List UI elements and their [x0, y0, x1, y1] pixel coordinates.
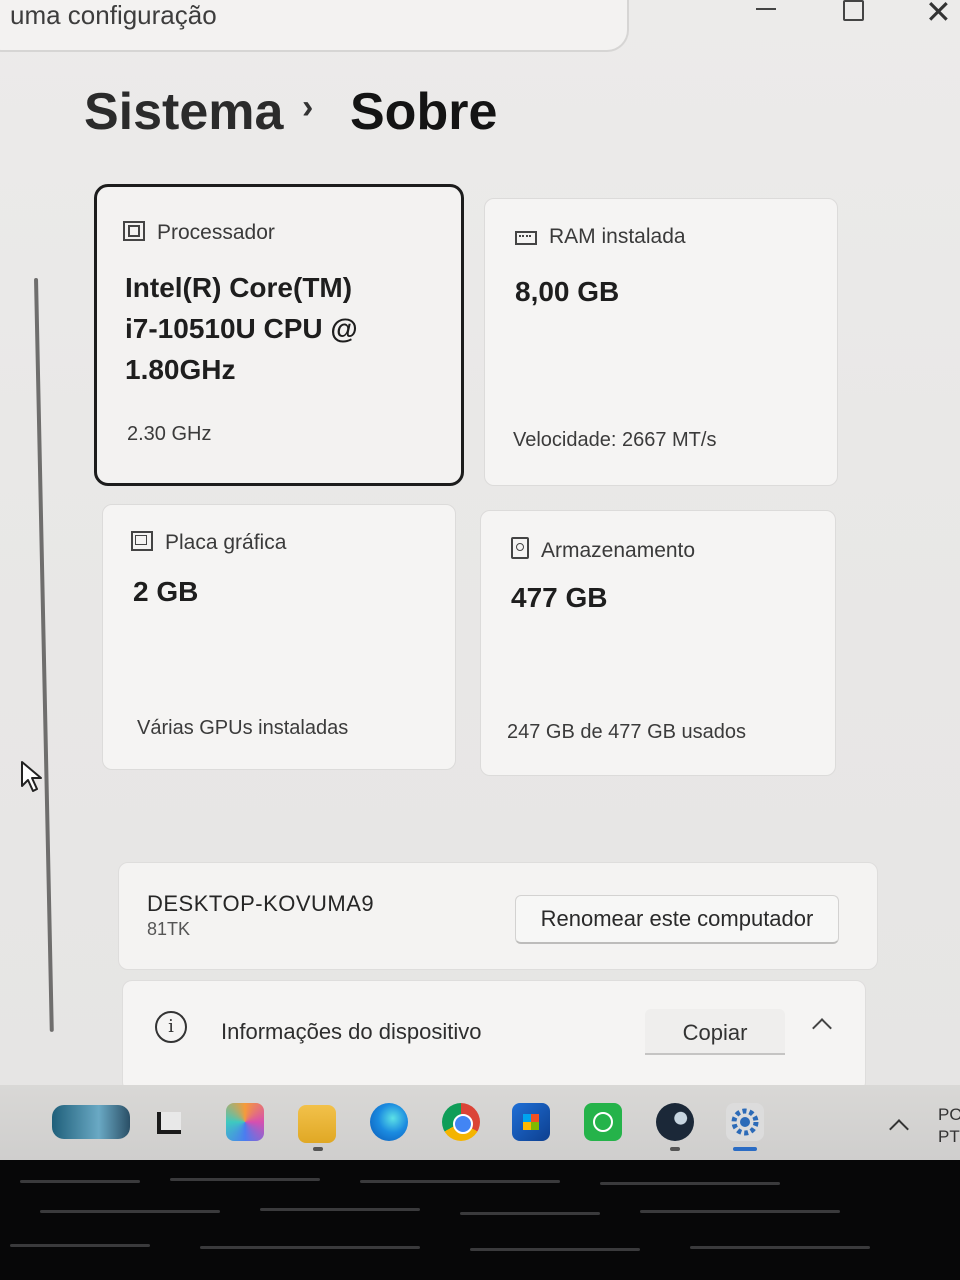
edge-icon[interactable]	[370, 1103, 408, 1141]
device-info-label: Informações do dispositivo	[221, 1019, 482, 1044]
key-edge	[10, 1244, 150, 1247]
gpu-icon	[131, 531, 153, 551]
processor-value-line: Intel(R) Core(TM)	[125, 272, 353, 303]
processor-value-line: i7-10510U CPU @	[125, 313, 358, 344]
cpu-icon	[123, 221, 145, 241]
key-edge	[470, 1248, 640, 1251]
storage-header: Armazenamento	[511, 537, 695, 563]
settings-window: uma configuração ✕ Sistema › Sobre Proce…	[0, 0, 960, 1085]
gpu-title: Placa gráfica	[165, 531, 287, 554]
file-explorer-running-indicator	[313, 1147, 323, 1151]
navigation-scrollbar[interactable]	[34, 277, 54, 1032]
settings-search-box[interactable]: uma configuração	[0, 0, 629, 52]
chrome-center	[453, 1114, 473, 1134]
copilot-icon[interactable]	[226, 1103, 264, 1141]
microsoft-store-icon[interactable]	[512, 1103, 550, 1141]
settings-active-indicator	[733, 1147, 757, 1151]
key-edge	[360, 1180, 560, 1183]
ram-header: RAM instalada	[515, 225, 686, 249]
storage-usage: 247 GB de 477 GB usados	[507, 721, 747, 743]
storage-title: Armazenamento	[541, 539, 696, 562]
key-edge	[40, 1210, 220, 1213]
ram-value: 8,00 GB	[515, 276, 620, 307]
gpu-header: Placa gráfica	[131, 531, 286, 555]
key-edge	[460, 1212, 600, 1215]
key-edge	[640, 1210, 840, 1213]
search-text[interactable]: uma configuração	[10, 0, 217, 31]
rename-pc-button[interactable]: Renomear este computador	[515, 895, 839, 944]
key-edge	[600, 1182, 780, 1185]
key-edge	[170, 1178, 320, 1181]
processor-value-line: 1.80GHz	[125, 354, 236, 385]
processor-header: Processador	[123, 221, 275, 245]
storage-card[interactable]: Armazenamento 477 GB 247 GB de 477 GB us…	[480, 510, 836, 776]
device-info-panel[interactable]: i Informações do dispositivo Copiar	[122, 980, 866, 1085]
processor-value: Intel(R) Core(TM) i7-10510U CPU @ 1.80GH…	[125, 267, 358, 390]
gpu-note: Várias GPUs instaladas	[137, 717, 349, 739]
maximize-button[interactable]	[843, 0, 864, 21]
chevron-up-icon[interactable]	[812, 1018, 832, 1038]
ram-title: RAM instalada	[549, 225, 686, 248]
key-edge	[260, 1208, 420, 1211]
storage-icon	[511, 537, 529, 559]
key-edge	[20, 1180, 140, 1183]
device-model: 81TK	[147, 919, 191, 939]
laptop-keyboard-area	[0, 1160, 960, 1280]
taskbar	[0, 1085, 960, 1160]
breadcrumb-parent[interactable]: Sistema	[84, 82, 283, 142]
copy-button[interactable]: Copiar	[645, 1009, 785, 1055]
processor-card[interactable]: Processador Intel(R) Core(TM) i7-10510U …	[94, 184, 464, 486]
language-indicator[interactable]: PO PT	[938, 1104, 960, 1148]
task-view-icon[interactable]	[154, 1109, 186, 1139]
whatsapp-icon[interactable]	[584, 1103, 622, 1141]
language-line: PT	[938, 1127, 960, 1146]
device-name: DESKTOP-KOVUMA9	[147, 891, 375, 916]
ram-speed: Velocidade: 2667 MT/s	[513, 429, 717, 451]
page-title: Sobre	[350, 83, 498, 141]
key-edge	[690, 1246, 870, 1249]
store-logo	[523, 1114, 539, 1130]
chrome-icon[interactable]	[442, 1103, 480, 1141]
language-line: PO	[938, 1105, 960, 1124]
gpu-value: 2 GB	[133, 576, 199, 607]
processor-title: Processador	[157, 221, 275, 244]
memory-icon	[515, 231, 537, 245]
steam-icon[interactable]	[656, 1103, 694, 1141]
widgets-icon[interactable]	[52, 1105, 130, 1139]
whatsapp-glyph	[593, 1112, 613, 1132]
info-icon: i	[155, 1011, 187, 1043]
gpu-card[interactable]: Placa gráfica 2 GB Várias GPUs instalada…	[102, 504, 456, 770]
close-button[interactable]: ✕	[925, 0, 952, 28]
settings-gear-icon[interactable]	[726, 1103, 764, 1141]
file-explorer-icon[interactable]	[298, 1105, 336, 1143]
ram-card[interactable]: RAM instalada 8,00 GB Velocidade: 2667 M…	[484, 198, 838, 486]
breadcrumb-chevron-icon: ›	[302, 88, 314, 126]
device-name-panel: DESKTOP-KOVUMA9 81TK Renomear este compu…	[118, 862, 878, 970]
key-edge	[200, 1246, 420, 1249]
minimize-button[interactable]	[756, 8, 776, 10]
storage-value: 477 GB	[511, 582, 608, 613]
processor-speed: 2.30 GHz	[127, 423, 212, 445]
steam-running-indicator	[670, 1147, 680, 1151]
